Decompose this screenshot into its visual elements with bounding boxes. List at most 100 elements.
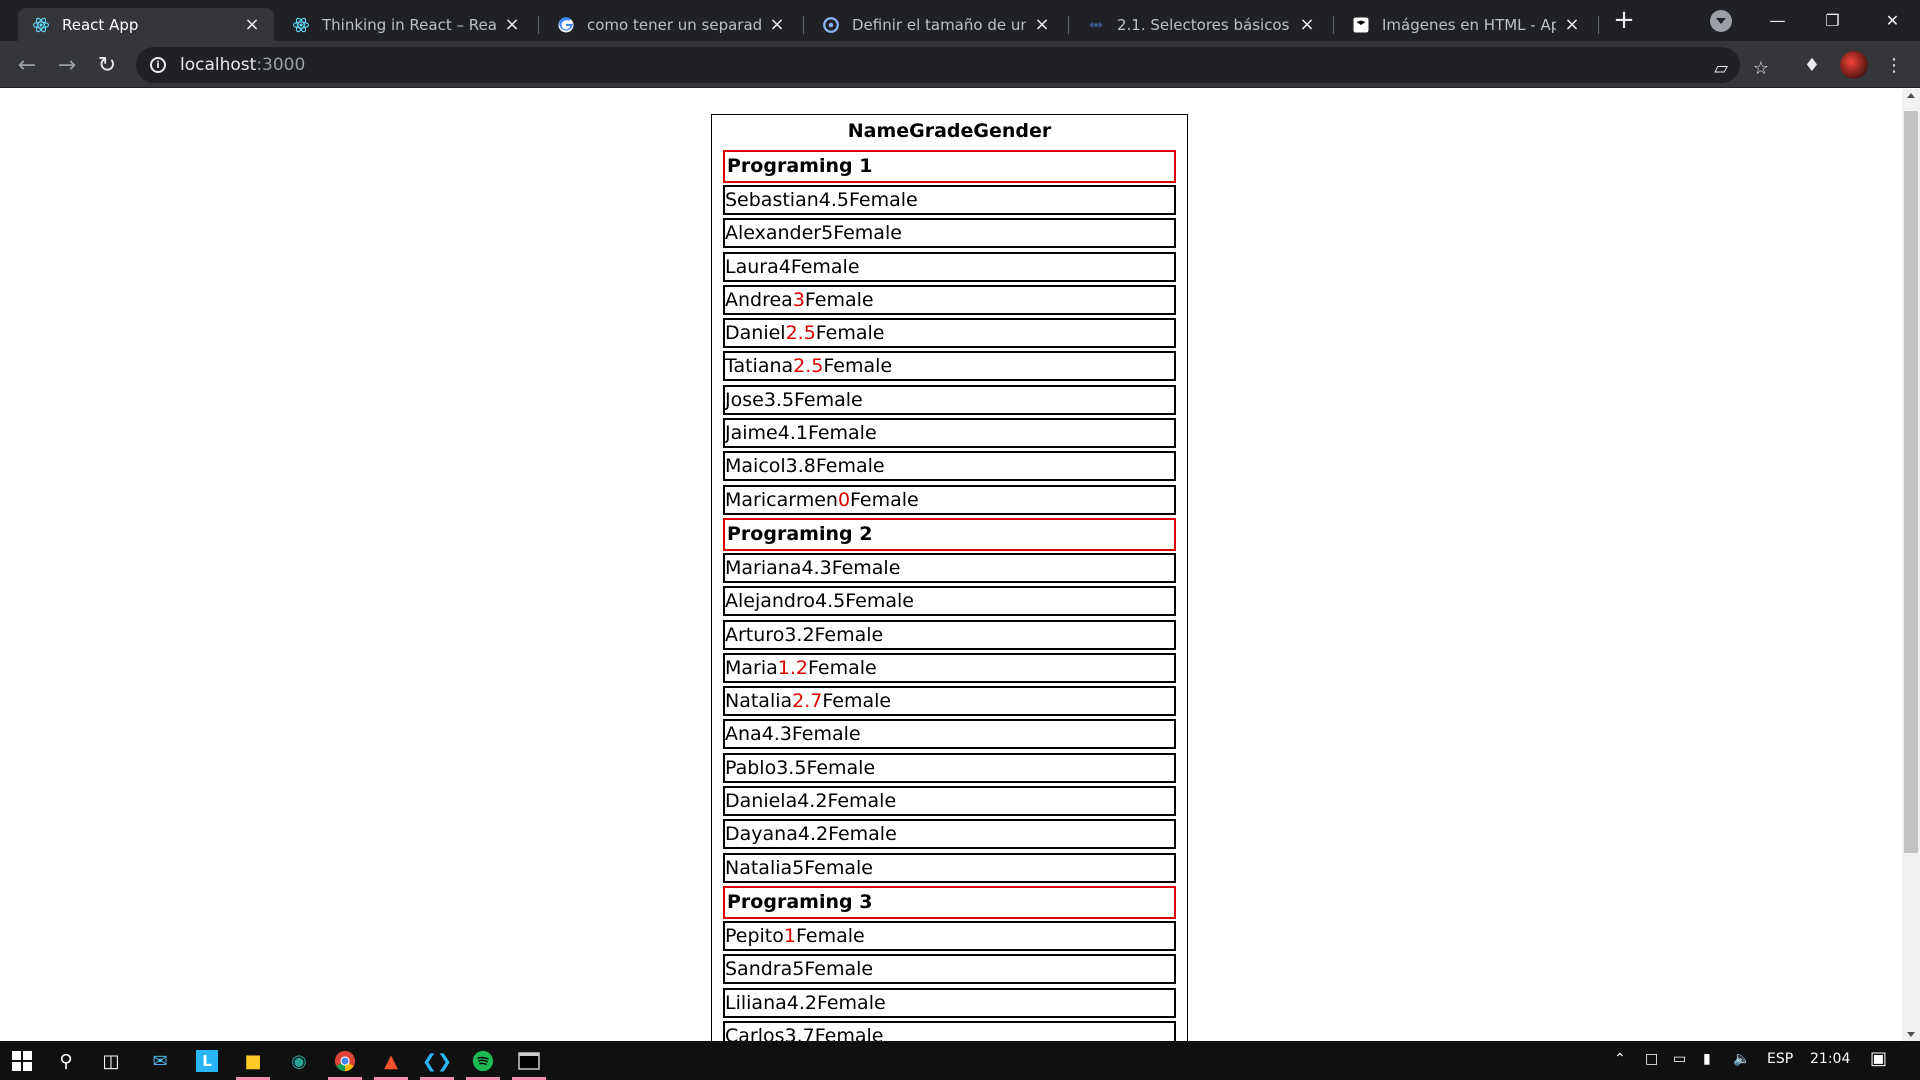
table-row: Daniela4.2Female [723,786,1176,817]
student-grade: 2.5 [793,355,824,378]
student-grade: 1 [783,924,796,947]
scroll-up-arrow-icon[interactable] [1907,93,1915,98]
tab-title: 2.1. Selectores básicos (Intro [1117,15,1291,34]
student-grade: 4.3 [761,723,792,746]
close-tab-icon[interactable]: × [1562,14,1582,35]
forward-icon[interactable]: → [52,50,82,80]
monitor-icon[interactable]: ▭ [1673,1051,1686,1067]
task-view-icon[interactable]: ◫ [97,1047,125,1075]
student-name: Laura [725,255,779,278]
table-row: Maricarmen0Female [723,484,1176,515]
reload-icon[interactable]: ↻ [92,50,122,80]
tab-selectores-basicos[interactable]: 2.1. Selectores básicos (Intro × [1073,8,1329,41]
table-row: Jose3.5Female [723,384,1176,415]
search-icon[interactable]: ⚲ [52,1047,80,1075]
tab-search-icon[interactable] [1710,10,1732,32]
profile-avatar[interactable] [1840,51,1868,79]
tab-definir-tamano[interactable]: Definir el tamaño de una im × [808,8,1064,41]
student-grade: 5 [792,856,805,879]
close-tab-icon[interactable]: × [767,14,787,35]
student-gender: Female [845,590,914,613]
student-name: Ana [725,723,762,746]
table-row: Natalia5Female [723,852,1176,883]
brave-icon[interactable]: ▲ [377,1047,405,1075]
close-tab-icon[interactable]: × [242,14,262,35]
spotify-icon[interactable] [469,1047,497,1075]
notifications-icon[interactable]: ▣ [1870,1048,1887,1069]
tab-title: como tener un separado en [587,15,761,34]
table-row: Laura4Female [723,251,1176,282]
meet-now-icon[interactable]: □ [1645,1051,1658,1067]
windows-start-icon[interactable] [8,1047,36,1075]
tab-title: Definir el tamaño de una im [852,15,1026,34]
minimize-icon[interactable]: — [1750,0,1805,40]
student-name: Maria [725,656,778,679]
react-icon [32,16,50,34]
language-indicator[interactable]: ESP [1767,1051,1793,1067]
student-name: Tatiana [725,355,794,378]
student-gender: Female [828,823,897,846]
tab-google-search[interactable]: como tener un separado en × [543,8,799,41]
student-gender: Female [815,455,885,478]
student-name: Maricarmen [725,488,838,511]
student-gender: Female [816,991,886,1014]
page-scrollbar[interactable] [1902,89,1920,1041]
tab-title: React App [62,15,139,34]
student-grade: 3.5 [776,756,807,779]
student-gender: Female [814,623,884,646]
new-tab-icon[interactable]: + [1612,7,1636,33]
edge-icon[interactable]: ◉ [285,1047,313,1075]
battery-icon[interactable]: ▮ [1703,1051,1711,1067]
bookmark-star-icon[interactable]: ☆ [1750,57,1772,79]
close-tab-icon[interactable]: × [1297,14,1317,35]
student-grade: 4.5 [815,590,846,613]
student-gender: Female [822,690,892,713]
student-name: Natalia [725,856,793,879]
vscode-icon[interactable]: ❮❯ [422,1047,452,1075]
close-window-icon[interactable]: ✕ [1865,0,1920,40]
student-gender: Female [790,255,860,278]
student-gender: Female [833,222,902,245]
chrome-icon[interactable] [331,1047,359,1075]
student-grade: 2.7 [792,690,823,713]
student-gender: Female [791,723,861,746]
mail-icon[interactable]: ✉ [146,1047,174,1075]
student-name: Carlos [725,1024,785,1041]
translate-icon[interactable]: ▱ [1710,57,1732,79]
table-row: Liliana4.2Female [723,987,1176,1018]
restore-icon[interactable]: ❐ [1805,0,1860,40]
menu-kebab-icon[interactable]: ⋮ [1882,53,1906,77]
tab-imagenes-html[interactable]: Imágenes en HTML - Apren × [1338,8,1594,41]
scrollbar-thumb[interactable] [1904,111,1918,853]
table-row: Pepito1Female [723,920,1176,951]
site-info-icon[interactable]: i [150,57,166,73]
clock[interactable]: 21:04 [1810,1051,1850,1067]
student-gender: Female [804,958,874,981]
show-hidden-icons-icon[interactable]: ⌃ [1614,1051,1626,1067]
address-bar[interactable]: i localhost:3000 ▱ ☆ [136,47,1769,83]
extensions-icon[interactable]: ♦ [1800,53,1824,77]
student-gender: Female [823,355,893,378]
file-explorer-icon[interactable]: ■ [239,1047,267,1075]
l-app-icon[interactable]: L [193,1047,221,1075]
student-grade: 5 [792,958,805,981]
student-name: Daniel [725,322,786,345]
student-gender: Female [807,422,877,445]
tab-thinking-in-react[interactable]: Thinking in React – React × [278,8,534,41]
back-icon[interactable]: ← [12,50,42,80]
address-port: :3000 [256,55,306,75]
tab-separator [1598,16,1599,34]
close-tab-icon[interactable]: × [502,14,522,35]
table-row: Pablo3.5Female [723,752,1176,783]
tab-react-app[interactable]: React App × [18,8,274,41]
student-grade: 0 [837,488,851,511]
student-name: Sebastian [725,189,819,211]
student-name: Andrea [725,288,793,311]
student-grade: 4.2 [797,823,829,846]
student-gender: Female [804,856,873,879]
volume-icon[interactable]: 🔈 [1733,1051,1750,1067]
page-viewport: NameGradeGender Programing 1 Sebastian4.5… [0,89,1920,1041]
close-tab-icon[interactable]: × [1032,14,1052,35]
terminal-icon[interactable] [515,1047,543,1075]
scroll-down-arrow-icon[interactable] [1907,1032,1915,1037]
